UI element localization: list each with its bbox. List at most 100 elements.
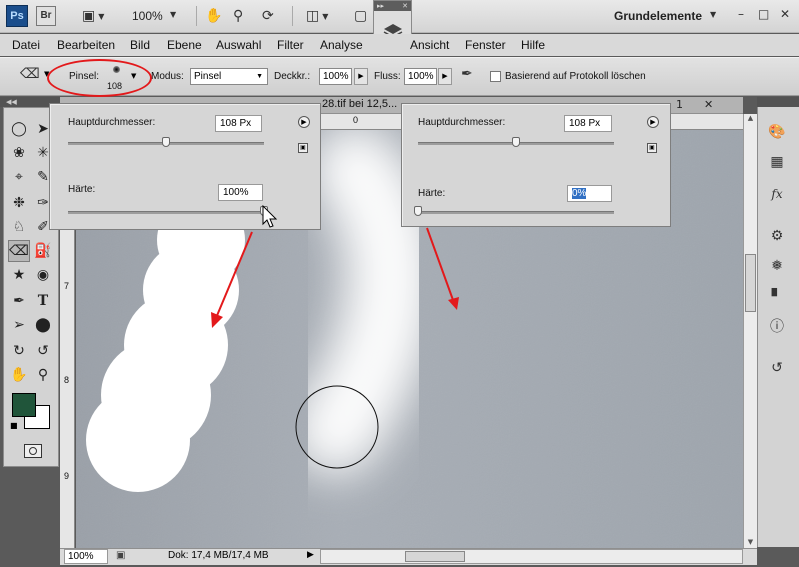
opacity-slider-button[interactable]: ▶ [354, 68, 368, 85]
eraser-icon[interactable]: ⌫ [8, 240, 30, 262]
hardness-label: Härte: [418, 188, 446, 199]
rotate-view-button[interactable]: ⟳ [262, 7, 274, 25]
zoom-icon[interactable]: ⚲ [32, 364, 54, 386]
layout-icon: ◫ [306, 8, 320, 24]
quick-mask-button[interactable] [24, 444, 42, 458]
masks-icon[interactable]: ❅ [767, 256, 787, 276]
zoom-level[interactable]: 100% [132, 9, 163, 23]
pen-icon[interactable]: ✒ [8, 290, 30, 312]
hand-icon[interactable]: ✋ [8, 364, 30, 386]
info-icon[interactable]: ⓘ [767, 316, 787, 336]
swatches-icon[interactable]: ▦ [767, 152, 787, 172]
flow-slider-button[interactable]: ▶ [438, 68, 452, 85]
menu-bild[interactable]: Bild [130, 38, 150, 52]
chevron-down-icon[interactable]: ▼ [710, 10, 716, 19]
diameter-slider-thumb[interactable] [512, 137, 520, 147]
popup-menu-icon[interactable]: ▶ [298, 116, 310, 128]
hardness-slider[interactable] [68, 211, 264, 214]
vertical-scrollbar[interactable]: ▲ ▼ [743, 114, 757, 548]
hardness-input[interactable]: 100% [218, 184, 263, 201]
default-colors-icon[interactable]: ■ [10, 421, 18, 430]
menu-bearbeiten[interactable]: Bearbeiten [57, 38, 115, 52]
diameter-input[interactable]: 108 Px [564, 115, 612, 132]
rotate-view-icon: ⟳ [262, 8, 274, 24]
history-checkbox[interactable] [490, 71, 501, 82]
close-icon[interactable]: ✕ [402, 1, 408, 11]
lasso-icon[interactable]: ❀ [8, 142, 30, 164]
divider [292, 6, 293, 26]
hardness-slider[interactable] [418, 211, 614, 214]
menu-ebene[interactable]: Ebene [167, 38, 202, 52]
close-button[interactable]: ✕ [780, 7, 790, 21]
new-preset-icon[interactable]: ▣ [298, 143, 308, 153]
dodge-icon[interactable]: ◉ [32, 264, 54, 286]
workspace-switcher[interactable]: Grundelemente [614, 9, 702, 23]
scroll-thumb[interactable] [405, 551, 465, 562]
scroll-down-icon[interactable]: ▼ [744, 538, 757, 546]
blur-icon[interactable]: ★ [8, 264, 30, 286]
history-panel-icon[interactable]: ↺ [767, 358, 787, 378]
hand-icon: ✋ [205, 8, 223, 24]
photoshop-logo: Ps [6, 5, 28, 27]
crop-icon[interactable]: ⌖ [8, 166, 30, 188]
diameter-label: Hauptdurchmesser: [418, 117, 506, 128]
mode-select[interactable]: Pinsel ▼ [190, 68, 268, 85]
menu-hilfe[interactable]: Hilfe [521, 38, 545, 52]
color-panel-icon[interactable]: 🎨 [767, 122, 787, 142]
screen-mode-button[interactable]: ▢ [354, 7, 367, 25]
film-icon: ▣ [82, 8, 96, 24]
restore-button[interactable]: □ [758, 7, 769, 21]
diameter-label: Hauptdurchmesser: [68, 117, 156, 128]
diameter-input[interactable]: 108 Px [215, 115, 262, 132]
type-icon[interactable]: T [32, 290, 54, 312]
status-zoom-field[interactable]: 100% [64, 549, 108, 564]
menu-fenster[interactable]: Fenster [465, 38, 506, 52]
menu-datei[interactable]: Datei [12, 38, 40, 52]
scroll-up-icon[interactable]: ▲ [744, 114, 757, 122]
document-tab-title[interactable]: 28.tif bei 12,5... [322, 98, 397, 110]
hand-tool-button[interactable]: ✋ [205, 7, 222, 25]
histogram-icon[interactable]: ▘ [767, 287, 787, 307]
paint-bucket-icon[interactable]: ⛽ [32, 240, 54, 262]
healing-brush-icon[interactable]: ❉ [8, 192, 30, 214]
arrange-documents-button[interactable]: ◫ ▼ [306, 7, 328, 25]
menu-analyse[interactable]: Analyse [320, 38, 363, 52]
opacity-input[interactable]: 100% [319, 68, 352, 85]
clone-stamp-icon[interactable]: ♘ [8, 216, 30, 238]
menu-ansicht[interactable]: Ansicht [410, 38, 449, 52]
popup-menu-icon[interactable]: ▶ [647, 116, 659, 128]
ruler-label: 7 [64, 281, 70, 291]
adjustments-icon[interactable]: ⚙ [767, 226, 787, 246]
expand-icon[interactable]: ▸▸ [377, 1, 384, 11]
horizontal-scrollbar[interactable] [320, 549, 743, 564]
minimize-button[interactable]: – [738, 7, 744, 21]
close-icon[interactable]: ✕ [704, 98, 713, 111]
hardness-slider-thumb[interactable] [414, 206, 422, 216]
zoom-tool-button[interactable]: ⚲ [233, 7, 243, 25]
eraser-preset-icon[interactable]: ⌫ [20, 66, 40, 82]
scroll-thumb[interactable] [745, 254, 756, 312]
airbrush-icon[interactable]: ✒ [461, 66, 473, 82]
diameter-slider-thumb[interactable] [162, 137, 170, 147]
marquee-icon[interactable]: ◯ [8, 118, 30, 140]
status-menu-arrow[interactable]: ▶ [307, 550, 314, 560]
path-selection-icon[interactable]: ➢ [8, 314, 30, 336]
view-extras-button[interactable]: ▣ ▼ [82, 7, 104, 25]
annotation-arrow-right [426, 227, 454, 301]
new-preset-icon[interactable]: ▣ [647, 143, 657, 153]
shape-icon[interactable]: ⬤ [32, 314, 54, 336]
dock-header[interactable] [757, 97, 799, 107]
menu-bar [0, 34, 799, 56]
foreground-color-swatch[interactable] [12, 393, 36, 417]
flow-input[interactable]: 100% [404, 68, 437, 85]
chevron-down-icon[interactable]: ▼ [170, 10, 176, 19]
hardness-input[interactable]: 0% [567, 185, 612, 202]
status-info-icon[interactable]: ▣ [116, 550, 125, 561]
styles-icon[interactable]: fx [767, 184, 787, 204]
ruler-label: 0 [353, 115, 359, 125]
3d-rotate-icon[interactable]: ↻ [8, 340, 30, 362]
bridge-button[interactable]: Br [36, 6, 56, 26]
menu-filter[interactable]: Filter [277, 38, 304, 52]
3d-orbit-icon[interactable]: ↺ [32, 340, 54, 362]
menu-auswahl[interactable]: Auswahl [216, 38, 261, 52]
